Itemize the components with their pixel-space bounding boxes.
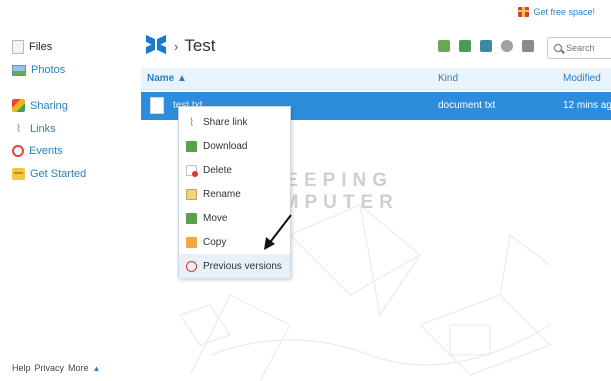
menu-item-label: Download — [203, 140, 248, 152]
search-input[interactable] — [566, 43, 611, 53]
file-icon — [12, 40, 24, 54]
menu-item-rename[interactable]: Rename — [179, 182, 290, 206]
caret-up-icon[interactable]: ▲ — [93, 364, 101, 373]
context-menu: ⌇ Share link Download Delete Rename Move… — [178, 106, 291, 278]
menu-item-label: Copy — [203, 236, 227, 248]
column-modified[interactable]: Modified — [563, 73, 601, 84]
sidebar-item-label: Files — [29, 41, 53, 53]
page-title: Test — [184, 36, 216, 55]
sidebar-item-label: Sharing — [30, 99, 68, 112]
privacy-link[interactable]: Privacy — [35, 363, 65, 373]
sharing-icon — [12, 99, 25, 112]
download-icon — [186, 140, 197, 152]
photo-icon — [12, 64, 26, 76]
menu-item-previous-versions[interactable]: Previous versions — [179, 254, 290, 278]
menu-item-label: Delete — [203, 164, 232, 176]
document-icon — [150, 97, 164, 114]
get-started-icon — [12, 168, 25, 180]
menu-item-share-link[interactable]: ⌇ Share link — [179, 110, 290, 134]
clock-icon — [186, 260, 197, 272]
sidebar: Files Photos Sharing ⌇ Links Events Get … — [0, 0, 130, 381]
sidebar-item-files[interactable]: Files — [12, 40, 52, 54]
menu-item-delete[interactable]: Delete — [179, 158, 290, 182]
new-folder-icon[interactable] — [459, 40, 471, 52]
menu-item-label: Previous versions — [203, 260, 282, 272]
sidebar-item-label: Links — [30, 122, 56, 135]
upload-icon[interactable] — [438, 40, 450, 52]
search-box[interactable] — [547, 37, 611, 59]
menu-item-label: Rename — [203, 188, 241, 200]
get-free-space-label: Get free space! — [533, 7, 595, 17]
paperclip-icon: ⌇ — [188, 116, 195, 129]
sidebar-item-get-started[interactable]: Get Started — [12, 168, 86, 180]
delete-icon — [186, 164, 198, 177]
column-name[interactable]: Name ▲ — [147, 73, 187, 84]
deleted-files-icon[interactable] — [522, 40, 534, 52]
menu-item-label: Move — [203, 212, 228, 224]
column-kind[interactable]: Kind — [438, 73, 458, 84]
gift-icon — [518, 7, 530, 17]
menu-item-download[interactable]: Download — [179, 134, 290, 158]
file-kind: document txt — [438, 100, 496, 111]
sidebar-item-label: Photos — [31, 64, 66, 76]
breadcrumb-separator: › — [174, 38, 179, 54]
toolbar — [438, 40, 534, 52]
sidebar-item-events[interactable]: Events — [12, 145, 63, 157]
annotation-arrow-icon — [264, 214, 292, 250]
events-icon — [12, 145, 24, 157]
sidebar-item-links[interactable]: ⌇ Links — [12, 122, 56, 136]
more-link[interactable]: More — [68, 363, 89, 373]
file-modified: 12 mins ago — [563, 100, 611, 111]
breadcrumb: › Test — [146, 34, 216, 56]
menu-item-label: Share link — [203, 116, 248, 128]
search-icon — [554, 44, 562, 52]
sidebar-item-sharing[interactable]: Sharing — [12, 99, 68, 112]
paperclip-icon: ⌇ — [15, 123, 22, 135]
share-link-icon[interactable] — [501, 40, 513, 52]
get-free-space-link[interactable]: Get free space! — [518, 7, 595, 17]
shared-folder-icon[interactable] — [480, 40, 492, 52]
rename-icon — [186, 188, 197, 200]
move-icon — [186, 212, 197, 224]
sidebar-item-label: Get Started — [30, 168, 87, 180]
sidebar-item-label: Events — [29, 145, 63, 157]
help-link[interactable]: Help — [12, 363, 31, 373]
dropbox-logo-icon[interactable] — [146, 34, 168, 55]
copy-icon — [186, 236, 197, 248]
footer-links: Help Privacy More ▲ — [12, 363, 100, 373]
file-table-header: Name ▲ Kind Modified — [141, 68, 611, 90]
sidebar-item-photos[interactable]: Photos — [12, 64, 65, 76]
